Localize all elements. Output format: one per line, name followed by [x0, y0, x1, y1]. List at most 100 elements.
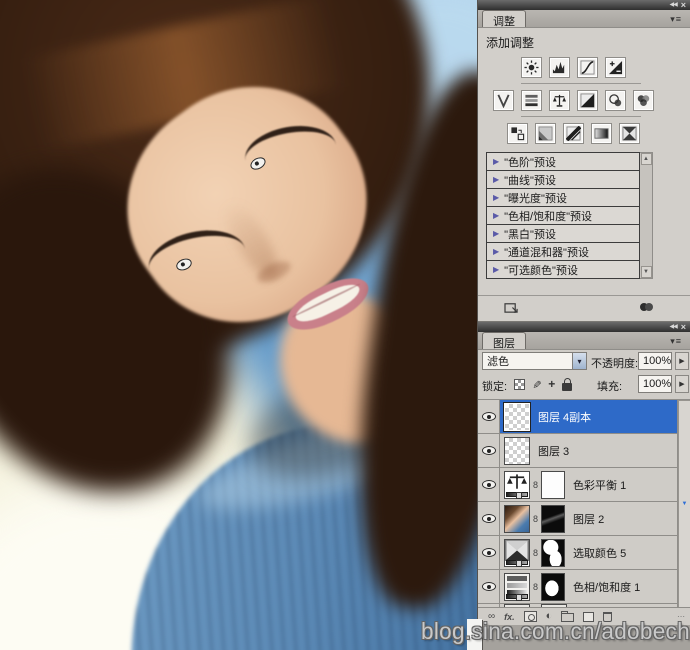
expand-triangle-icon[interactable]: ▶ [493, 193, 499, 202]
expand-triangle-icon[interactable]: ▶ [493, 229, 499, 238]
preset-curves[interactable]: ▶ "曲线"预设 [487, 171, 639, 189]
scroll-down-icon[interactable]: ▼ [640, 266, 652, 278]
panel-menu-icon[interactable]: ▾≡ [670, 14, 682, 25]
preset-label: "通道混和器"预设 [504, 246, 589, 259]
eye-icon[interactable] [481, 412, 496, 421]
panel-menu-icon[interactable]: ▾≡ [670, 336, 682, 347]
gradient-map-icon[interactable] [591, 123, 612, 144]
visibility-cell[interactable] [478, 502, 500, 535]
eyebrow-right [240, 119, 338, 167]
curves-icon[interactable] [577, 57, 598, 78]
brightness-contrast-icon[interactable] [521, 57, 542, 78]
lock-pixels-icon[interactable]: ✎ [530, 379, 543, 388]
layer-row-layer3[interactable]: 图层 3 [478, 434, 677, 468]
threshold-icon[interactable] [563, 123, 584, 144]
visibility-cell[interactable] [478, 570, 500, 603]
layer-name: 色彩平衡 1 [573, 479, 627, 492]
tab-layers[interactable]: 图层 [482, 332, 526, 350]
face [84, 43, 410, 366]
preset-channel-mixer[interactable]: ▶ "通道混和器"预设 [487, 243, 639, 261]
eye-icon[interactable] [481, 514, 496, 523]
invert-icon[interactable] [507, 123, 528, 144]
layer-row-selective-color-5[interactable]: 8 选取颜色 5 [478, 536, 677, 570]
thumbnail-slider [506, 559, 528, 567]
preset-selective-color[interactable]: ▶ "可选颜色"预设 [487, 261, 639, 279]
layer-mask-painted[interactable] [541, 538, 566, 567]
exposure-icon[interactable] [605, 57, 626, 78]
photoshop-workspace: ◀◀ × 调整 ▾≡ 添加调整 ▶ "色阶"预设 ▶ "曲线"预设 ▶ "曝光度… [0, 0, 690, 650]
smiling-mouth [280, 268, 376, 340]
blend-mode-select[interactable]: 滤色 ▾ [482, 352, 587, 370]
sky-highlight [300, 0, 477, 230]
color-balance-icon[interactable] [549, 90, 570, 111]
collapse-to-icons-button[interactable]: ◀◀ [670, 1, 678, 10]
layer-row-layer4-copy[interactable]: 图层 4副本 [478, 400, 677, 434]
opacity-input[interactable]: 100% [638, 352, 672, 370]
lock-all-icon[interactable] [562, 377, 573, 391]
layer-row-color-balance-1[interactable]: 8 色彩平衡 1 [478, 468, 677, 502]
visibility-cell[interactable] [478, 468, 500, 501]
preset-exposure[interactable]: ▶ "曝光度"预设 [487, 189, 639, 207]
eye-icon[interactable] [481, 446, 496, 455]
eye-icon[interactable] [481, 582, 496, 591]
black-white-icon[interactable] [577, 90, 598, 111]
preset-hue-saturation[interactable]: ▶ "色相/饱和度"预设 [487, 207, 639, 225]
expand-triangle-icon[interactable]: ▶ [493, 157, 499, 166]
layers-panel: ◀◀ × 图层 ▾≡ 滤色 ▾ 不透明度: 100% ▶ 锁定: ✎ + 填充:… [478, 322, 690, 650]
hue-saturation-icon[interactable] [521, 90, 542, 111]
preset-black-white[interactable]: ▶ "黑白"预设 [487, 225, 639, 243]
visibility-cell[interactable] [478, 400, 500, 433]
layer-mask-black[interactable] [541, 504, 566, 533]
expand-triangle-icon[interactable]: ▶ [493, 265, 499, 274]
color-balance-thumbnail[interactable] [504, 470, 530, 499]
tab-adjustments[interactable]: 调整 [482, 10, 526, 28]
opacity-spinner-icon[interactable]: ▶ [675, 352, 689, 370]
close-panel-button[interactable]: × [681, 322, 686, 332]
eye-icon[interactable] [481, 480, 496, 489]
expand-triangle-icon[interactable]: ▶ [493, 247, 499, 256]
layer-thumbnail-transparent[interactable] [503, 401, 531, 432]
opacity-label: 不透明度: [591, 358, 639, 370]
layer-row-hue-saturation-1[interactable]: 8 色相/饱和度 1 [478, 570, 677, 604]
channel-mixer-icon[interactable] [633, 90, 654, 111]
layer-thumbnail-transparent[interactable] [504, 436, 530, 465]
layer-mask-painted[interactable] [541, 572, 566, 601]
layers-scrollbar[interactable]: ▲ ▼ [677, 400, 690, 607]
panel-dock: ◀◀ × 调整 ▾≡ 添加调整 ▶ "色阶"预设 ▶ "曲线"预设 ▶ "曝光度… [477, 0, 690, 650]
collapse-to-icons-button[interactable]: ◀◀ [670, 323, 678, 332]
switch-panel-view-icon[interactable] [504, 301, 519, 314]
layer-name: 图层 2 [573, 513, 605, 526]
lock-position-icon[interactable]: + [548, 377, 555, 391]
scroll-down-icon[interactable]: ▼ [678, 400, 690, 607]
layers-panel-titlebar: ◀◀ × [478, 322, 690, 332]
visibility-cell[interactable] [478, 536, 500, 569]
selective-color-icon[interactable] [619, 123, 640, 144]
fill-input[interactable]: 100% [638, 375, 672, 393]
posterize-icon[interactable] [535, 123, 556, 144]
lock-transparency-icon[interactable] [514, 378, 525, 390]
fill-spinner-icon[interactable]: ▶ [675, 375, 689, 393]
preset-scrollbar[interactable]: ▲ ▼ [640, 152, 653, 279]
expand-triangle-icon[interactable]: ▶ [493, 175, 499, 184]
hair-left [0, 115, 287, 545]
levels-icon[interactable] [549, 57, 570, 78]
hair-highlight [23, 0, 347, 152]
hair [0, 0, 477, 447]
layer-row-layer2[interactable]: 8 图层 2 [478, 502, 677, 536]
selective-color-thumbnail[interactable] [504, 538, 530, 567]
layer-list: 图层 4副本 图层 3 8 色彩平衡 1 8 图层 2 8 选取颜色 5 8 色… [478, 399, 690, 607]
clip-to-layer-icon[interactable] [640, 302, 653, 314]
expand-triangle-icon[interactable]: ▶ [493, 211, 499, 220]
layer-mask-white[interactable] [541, 470, 566, 499]
chevron-down-icon[interactable]: ▾ [572, 353, 586, 369]
nose-shadow [214, 194, 288, 286]
eye-icon[interactable] [481, 548, 496, 557]
visibility-cell[interactable] [478, 434, 500, 467]
photo-layer-thumbnail[interactable] [504, 504, 530, 533]
vibrance-icon[interactable] [493, 90, 514, 111]
close-panel-button[interactable]: × [681, 0, 686, 10]
preset-levels[interactable]: ▶ "色阶"预设 [487, 153, 639, 171]
scroll-up-icon[interactable]: ▲ [640, 153, 652, 165]
hue-saturation-thumbnail[interactable] [504, 572, 530, 601]
photo-filter-icon[interactable] [605, 90, 626, 111]
